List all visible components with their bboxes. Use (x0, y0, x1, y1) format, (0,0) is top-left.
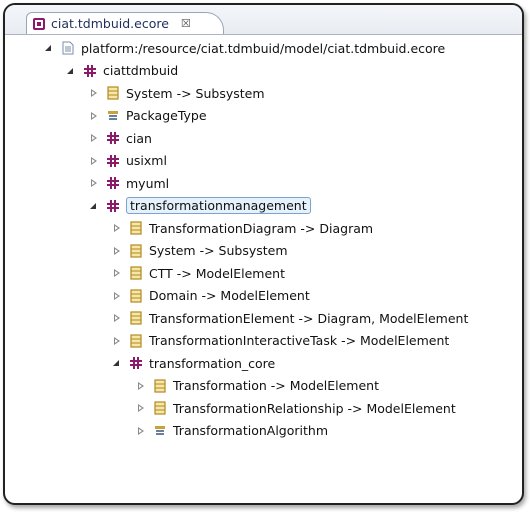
tree-item[interactable]: PackageType (88, 106, 207, 126)
class-icon (153, 401, 167, 415)
tree-item-label: TransformationElement -> Diagram, ModelE… (149, 310, 469, 326)
collapse-arrow-icon[interactable] (88, 200, 100, 212)
tree-item-label: TransformationRelationship -> ModelEleme… (173, 400, 456, 416)
tree-item[interactable]: TransformationRelationship -> ModelEleme… (135, 398, 456, 418)
tree-item-label: ciattdmbuid (103, 63, 179, 78)
package-icon (106, 131, 120, 145)
class-icon (129, 288, 143, 303)
tree-item-label: System -> Subsystem (126, 85, 265, 101)
editor-window: ciat.tdmbuid.ecore ☒ platform:/resource/… (3, 3, 524, 505)
class-icon (129, 266, 143, 280)
package-icon (129, 356, 143, 370)
resource-file-icon (61, 41, 75, 55)
expand-arrow-icon[interactable] (111, 222, 123, 234)
tree-item-label: Domain -> ModelElement (149, 288, 310, 303)
expand-arrow-icon[interactable] (88, 110, 100, 122)
tree-item-label: platform:/resource/ciat.tdmbuid/model/ci… (81, 40, 446, 56)
tree-item-label: PackageType (126, 108, 207, 123)
editor-tab[interactable]: ciat.tdmbuid.ecore ☒ (26, 12, 224, 34)
tree-item-label: TransformationInteractiveTask -> ModelEl… (149, 333, 450, 348)
tree-item[interactable]: TransformationInteractiveTask -> ModelEl… (111, 331, 449, 351)
class-icon (106, 86, 120, 100)
tree-item[interactable]: platform:/resource/ciat.tdmbuid/model/ci… (43, 38, 445, 58)
package-icon (106, 176, 120, 190)
enum-icon (106, 109, 120, 123)
close-tab-icon[interactable]: ☒ (181, 17, 191, 30)
tree-item[interactable]: CTT -> ModelElement (111, 263, 285, 283)
expand-arrow-icon[interactable] (135, 380, 147, 392)
class-icon (129, 221, 143, 235)
expand-arrow-icon[interactable] (135, 425, 147, 437)
package-icon (106, 199, 120, 213)
editor-tab-bar: ciat.tdmbuid.ecore ☒ (5, 5, 522, 35)
expand-arrow-icon[interactable] (111, 312, 123, 324)
tree-item[interactable]: System -> Subsystem (88, 83, 265, 103)
tree-item[interactable]: cian (88, 128, 152, 148)
class-icon (129, 311, 143, 325)
tree-item[interactable]: myuml (88, 173, 169, 193)
expand-arrow-icon[interactable] (88, 177, 100, 189)
tree-item[interactable]: Domain -> ModelElement (111, 286, 310, 306)
tree-item[interactable]: TransformationDiagram -> Diagram (111, 218, 373, 238)
package-icon (83, 64, 97, 78)
tree-item-label: usixml (126, 153, 167, 168)
expand-arrow-icon[interactable] (88, 132, 100, 144)
class-icon (129, 243, 143, 258)
tree-item[interactable]: TransformationAlgorithm (135, 421, 328, 441)
tree-item[interactable]: System -> Subsystem (111, 241, 288, 261)
tree-item-label: myuml (126, 175, 170, 191)
expand-arrow-icon[interactable] (88, 87, 100, 99)
tree-item-label: TransformationAlgorithm (173, 423, 328, 438)
expand-arrow-icon[interactable] (111, 267, 123, 279)
tree-item[interactable]: usixml (88, 151, 167, 171)
tree-item-label: Transformation -> ModelElement (173, 378, 379, 393)
expand-arrow-icon[interactable] (111, 290, 123, 302)
tree-item[interactable]: Transformation -> ModelElement (135, 376, 379, 396)
tree-item[interactable]: transformationmanagement (88, 196, 311, 216)
tree-item-label: CTT -> ModelElement (149, 265, 285, 281)
tree-item-label: transformation_core (149, 355, 276, 371)
collapse-arrow-icon[interactable] (111, 357, 123, 369)
tree-item[interactable]: transformation_core (111, 353, 275, 373)
tree-item-label: transformationmanagement (126, 197, 311, 214)
class-icon (153, 378, 167, 393)
tree-item-label: TransformationDiagram -> Diagram (149, 220, 374, 236)
ecore-file-icon (33, 17, 45, 30)
package-icon (106, 154, 120, 168)
class-icon (129, 333, 143, 348)
collapse-arrow-icon[interactable] (65, 65, 77, 77)
editor-tab-title: ciat.tdmbuid.ecore (51, 16, 169, 31)
tree-item[interactable]: TransformationElement -> Diagram, ModelE… (111, 308, 468, 328)
expand-arrow-icon[interactable] (88, 155, 100, 167)
tree-item-label: cian (126, 130, 152, 146)
tree-item-label: System -> Subsystem (149, 243, 288, 258)
expand-arrow-icon[interactable] (135, 402, 147, 414)
expand-arrow-icon[interactable] (111, 335, 123, 347)
enum-icon (153, 424, 167, 438)
tree-item[interactable]: ciattdmbuid (65, 61, 178, 81)
collapse-arrow-icon[interactable] (43, 42, 55, 54)
expand-arrow-icon[interactable] (111, 245, 123, 257)
